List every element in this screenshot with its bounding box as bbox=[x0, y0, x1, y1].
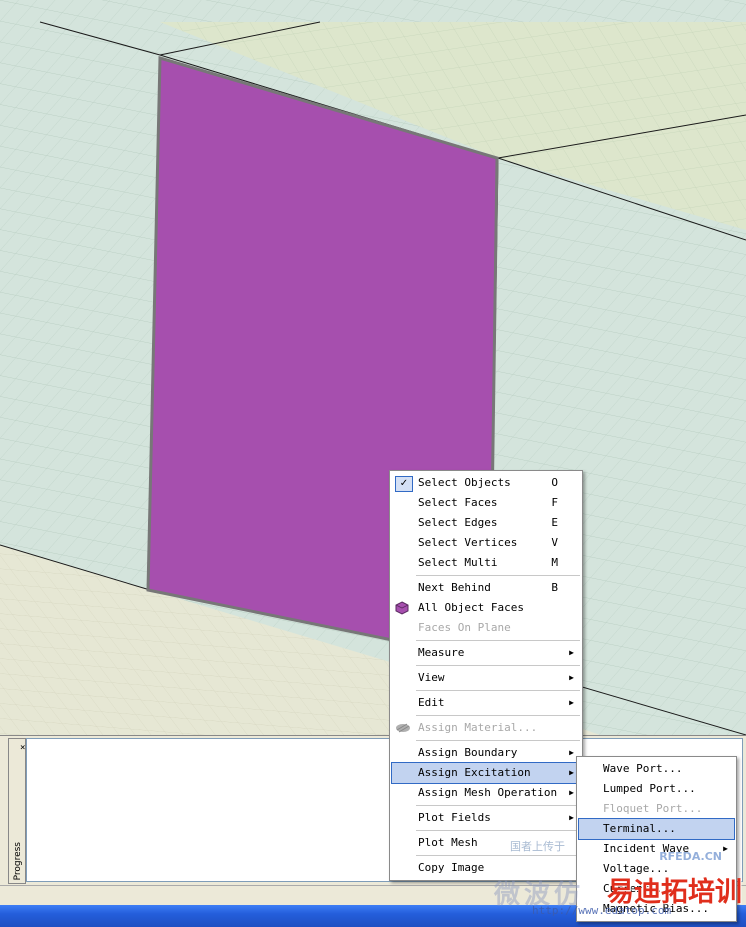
menu-item-label: Wave Port... bbox=[603, 762, 683, 775]
menu-item-plot-mesh[interactable]: Plot Mesh bbox=[392, 833, 580, 853]
menu-item-assign-excitation[interactable]: Assign Excitation ▶ bbox=[391, 762, 581, 784]
menu-item-select-objects[interactable]: ✓ Select Objects O bbox=[392, 473, 580, 493]
submenu-arrow-icon: ▶ bbox=[569, 788, 574, 797]
menu-item-assign-mesh-operation[interactable]: Assign Mesh Operation ▶ bbox=[392, 783, 580, 803]
menu-item-assign-boundary[interactable]: Assign Boundary ▶ bbox=[392, 743, 580, 763]
menu-item-next-behind[interactable]: Next Behind B bbox=[392, 578, 580, 598]
menu-separator bbox=[416, 715, 580, 716]
menu-item-view[interactable]: View ▶ bbox=[392, 668, 580, 688]
menu-separator bbox=[416, 690, 580, 691]
menu-item-label: Plot Fields bbox=[418, 811, 491, 824]
menu-item-lumped-port[interactable]: Lumped Port... bbox=[579, 779, 734, 799]
menu-item-label: Faces On Plane bbox=[418, 621, 511, 634]
menu-item-magnetic-bias[interactable]: Magnetic Bias... bbox=[579, 899, 734, 919]
menu-separator bbox=[416, 665, 580, 666]
submenu-arrow-icon: ▶ bbox=[569, 813, 574, 822]
menu-item-select-vertices[interactable]: Select Vertices V bbox=[392, 533, 580, 553]
menu-item-label: Copy Image bbox=[418, 861, 485, 874]
menu-item-current[interactable]: Current... bbox=[579, 879, 734, 899]
menu-item-faces-on-plane: Faces On Plane bbox=[392, 618, 580, 638]
menu-item-label: Select Edges bbox=[418, 516, 498, 529]
menu-item-label: View bbox=[418, 671, 445, 684]
context-menu: ✓ Select Objects O Select Faces F Select Edge… bbox=[389, 470, 583, 881]
menu-separator bbox=[416, 805, 580, 806]
submenu-arrow-icon: ▶ bbox=[569, 673, 574, 682]
menu-item-label: Lumped Port... bbox=[603, 782, 696, 795]
submenu-arrow-icon: ▶ bbox=[569, 698, 574, 707]
menu-item-label: Assign Excitation bbox=[418, 766, 531, 779]
menu-item-shortcut: M bbox=[551, 556, 558, 569]
menu-item-edit[interactable]: Edit ▶ bbox=[392, 693, 580, 713]
menu-separator bbox=[416, 740, 580, 741]
menu-item-label: Select Multi bbox=[418, 556, 498, 569]
menu-item-shortcut: O bbox=[551, 476, 558, 489]
assign-excitation-submenu: Wave Port... Lumped Port... Floquet Port..… bbox=[576, 756, 737, 922]
menu-item-measure[interactable]: Measure ▶ bbox=[392, 643, 580, 663]
submenu-arrow-icon: ▶ bbox=[569, 648, 574, 657]
menu-item-shortcut: V bbox=[551, 536, 558, 549]
submenu-arrow-icon: ▶ bbox=[723, 844, 728, 853]
menu-item-label: Select Vertices bbox=[418, 536, 518, 549]
menu-item-label: Plot Mesh bbox=[418, 836, 478, 849]
menu-item-label: Assign Boundary bbox=[418, 746, 518, 759]
menu-item-label: Assign Mesh Operation bbox=[418, 786, 558, 799]
menu-item-shortcut: E bbox=[551, 516, 558, 529]
material-icon bbox=[395, 721, 411, 735]
menu-item-assign-material: Assign Material... bbox=[392, 718, 580, 738]
menu-item-voltage[interactable]: Voltage... bbox=[579, 859, 734, 879]
menu-separator bbox=[416, 855, 580, 856]
menu-item-wave-port[interactable]: Wave Port... bbox=[579, 759, 734, 779]
menu-item-label: Voltage... bbox=[603, 862, 670, 875]
menu-item-label: Assign Material... bbox=[418, 721, 538, 734]
scene-canvas bbox=[0, 0, 746, 735]
menu-item-plot-fields[interactable]: Plot Fields ▶ bbox=[392, 808, 580, 828]
menu-item-label: All Object Faces bbox=[418, 601, 524, 614]
menu-separator bbox=[416, 830, 580, 831]
menu-item-label: Current... bbox=[603, 882, 670, 895]
checkmark-icon: ✓ bbox=[395, 476, 413, 492]
progress-tab[interactable]: × Progress bbox=[8, 738, 26, 884]
menu-item-terminal[interactable]: Terminal... bbox=[578, 818, 735, 840]
menu-item-shortcut: F bbox=[551, 496, 558, 509]
menu-item-label: Magnetic Bias... bbox=[603, 902, 709, 915]
cube-face-icon bbox=[395, 601, 411, 615]
menu-item-label: Measure bbox=[418, 646, 465, 659]
menu-item-floquet-port: Floquet Port... bbox=[579, 799, 734, 819]
menu-item-label: Terminal... bbox=[603, 822, 676, 835]
menu-item-incident-wave[interactable]: Incident Wave ▶ bbox=[579, 839, 734, 859]
menu-separator bbox=[416, 640, 580, 641]
menu-item-select-faces[interactable]: Select Faces F bbox=[392, 493, 580, 513]
submenu-arrow-icon: ▶ bbox=[569, 768, 574, 777]
modeler-3d-viewport[interactable] bbox=[0, 0, 746, 735]
menu-item-all-object-faces[interactable]: All Object Faces bbox=[392, 598, 580, 618]
menu-item-shortcut: B bbox=[551, 581, 558, 594]
menu-item-label: Edit bbox=[418, 696, 445, 709]
menu-separator bbox=[416, 575, 580, 576]
progress-tab-label: Progress bbox=[13, 841, 23, 880]
menu-item-select-multi[interactable]: Select Multi M bbox=[392, 553, 580, 573]
submenu-arrow-icon: ▶ bbox=[569, 748, 574, 757]
menu-item-label: Floquet Port... bbox=[603, 802, 703, 815]
menu-item-label: Incident Wave bbox=[603, 842, 690, 855]
menu-item-label: Select Objects bbox=[418, 476, 511, 489]
menu-item-copy-image[interactable]: Copy Image bbox=[392, 858, 580, 878]
menu-item-select-edges[interactable]: Select Edges E bbox=[392, 513, 580, 533]
close-icon[interactable]: × bbox=[20, 743, 25, 753]
menu-item-label: Next Behind bbox=[418, 581, 491, 594]
menu-item-label: Select Faces bbox=[418, 496, 498, 509]
